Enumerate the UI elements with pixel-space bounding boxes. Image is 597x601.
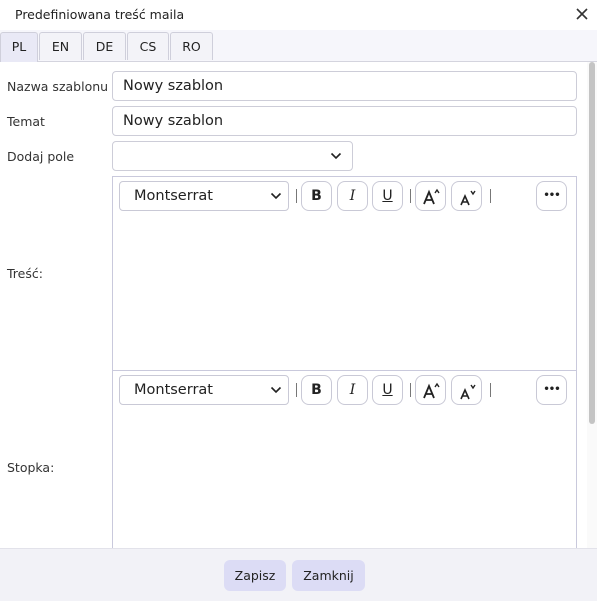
font-size-decrease-icon — [459, 190, 476, 206]
italic-button[interactable]: I — [337, 375, 368, 405]
close-icon[interactable] — [573, 5, 591, 23]
underline-button[interactable]: U — [372, 375, 403, 405]
dialog-footer: Zapisz Zamknij — [0, 548, 597, 601]
toolbar-divider — [296, 189, 297, 203]
form-scroll-area[interactable]: Nazwa szablonu Nowy szablon Temat Nowy s… — [0, 62, 597, 548]
bold-button[interactable]: B — [301, 375, 332, 405]
body-label: Treść: — [7, 266, 43, 281]
increase-font-size-button[interactable] — [415, 181, 446, 211]
font-family-value: Montserrat — [134, 188, 213, 204]
add-field-select[interactable] — [112, 141, 353, 171]
add-field-label: Dodaj pole — [7, 149, 75, 164]
decrease-font-size-button[interactable] — [451, 181, 482, 211]
body-editor[interactable]: Montserrat B I U ••• — [112, 176, 577, 371]
more-options-button[interactable]: ••• — [536, 375, 567, 405]
language-tabs: PL EN DE CS RO — [0, 30, 597, 62]
tab-en[interactable]: EN — [39, 32, 82, 60]
font-size-increase-icon — [422, 188, 440, 205]
chevron-down-icon — [330, 152, 342, 160]
toolbar-divider — [296, 383, 297, 397]
tab-de[interactable]: DE — [83, 32, 126, 60]
template-name-input[interactable]: Nowy szablon — [112, 71, 577, 101]
chevron-down-icon — [270, 386, 282, 394]
font-family-select[interactable]: Montserrat — [119, 181, 289, 211]
footer-editor-toolbar: Montserrat B I U ••• — [113, 371, 576, 411]
footer-label: Stopka: — [7, 460, 55, 475]
template-name-label: Nazwa szablonu — [7, 79, 109, 94]
vertical-scrollbar[interactable] — [587, 62, 597, 548]
font-size-decrease-icon — [459, 384, 476, 400]
decrease-font-size-button[interactable] — [451, 375, 482, 405]
subject-input[interactable]: Nowy szablon — [112, 106, 577, 136]
toolbar-divider — [490, 189, 491, 203]
dialog-titlebar: Predefiniowana treść maila — [0, 0, 597, 31]
save-button[interactable]: Zapisz — [224, 560, 286, 591]
underline-button[interactable]: U — [372, 181, 403, 211]
toolbar-divider — [410, 383, 411, 397]
font-size-increase-icon — [422, 382, 440, 399]
font-family-value: Montserrat — [134, 382, 213, 398]
close-button[interactable]: Zamknij — [292, 560, 365, 591]
bold-button[interactable]: B — [301, 181, 332, 211]
tab-pl[interactable]: PL — [0, 32, 38, 62]
font-family-select[interactable]: Montserrat — [119, 375, 289, 405]
increase-font-size-button[interactable] — [415, 375, 446, 405]
tab-cs[interactable]: CS — [127, 32, 169, 60]
scrollbar-thumb[interactable] — [589, 62, 595, 424]
tab-ro[interactable]: RO — [170, 32, 213, 60]
more-options-button[interactable]: ••• — [536, 181, 567, 211]
italic-button[interactable]: I — [337, 181, 368, 211]
chevron-down-icon — [270, 192, 282, 200]
email-template-dialog: Predefiniowana treść maila PL EN DE CS R… — [0, 0, 597, 601]
footer-editor[interactable]: Montserrat B I U ••• — [112, 370, 577, 548]
body-editor-toolbar: Montserrat B I U ••• — [113, 177, 576, 217]
subject-label: Temat — [7, 114, 45, 129]
toolbar-divider — [490, 383, 491, 397]
toolbar-divider — [410, 189, 411, 203]
dialog-title: Predefiniowana treść maila — [15, 7, 185, 22]
